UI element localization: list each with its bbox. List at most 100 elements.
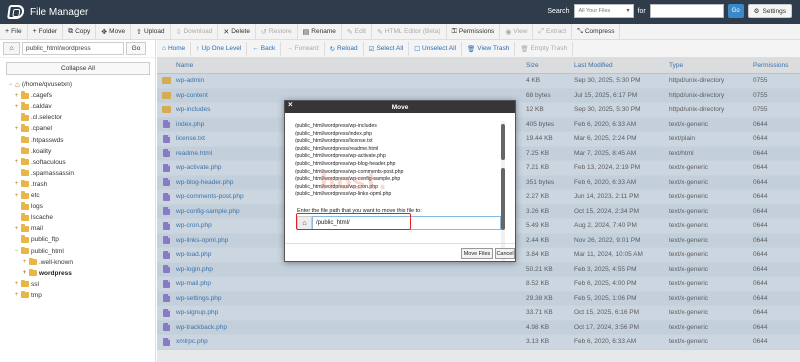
download-icon: ⇩ [175, 28, 182, 36]
expand-icon[interactable]: + [14, 292, 19, 298]
html-editor-button[interactable]: ✎ HTML Editor (Beta) [372, 23, 447, 40]
file-type: text/x-generic [669, 280, 709, 288]
copy-button[interactable]: ⧉ Copy [63, 23, 97, 40]
expand-icon[interactable]: + [14, 159, 19, 165]
permissions-column-header[interactable]: Permissions [753, 62, 793, 69]
reload-button[interactable]: ↻ Reload [325, 41, 364, 56]
home-icon[interactable]: ⌂ [3, 42, 20, 55]
tree-item[interactable]: + .trash [14, 179, 47, 190]
expand-icon[interactable]: + [22, 259, 27, 265]
cancel-button[interactable]: Cancel [495, 248, 515, 259]
table-row[interactable]: wp-settings.php 29.38 KB Feb 5, 2025, 1:06… [157, 291, 800, 306]
permissions-button[interactable]: ⚿ Permissions [447, 23, 501, 40]
tree-item[interactable]: − public_html [14, 246, 64, 257]
upload-button[interactable]: ⇧ Upload [131, 23, 171, 40]
compress-button[interactable]: ⤡ Compress [572, 23, 621, 40]
settings-button[interactable]: ⚙ Settings [747, 4, 792, 18]
delete-button[interactable]: ✕ Delete [218, 23, 257, 40]
home-button[interactable]: ⌂ Home [157, 41, 192, 56]
path-input[interactable]: public_html/wordpress [22, 42, 124, 55]
expand-icon[interactable]: + [14, 104, 19, 110]
tree-item[interactable]: + .cpanel [14, 123, 52, 134]
collapse-icon[interactable]: − [14, 248, 19, 254]
size-column-header[interactable]: Size [526, 62, 574, 69]
file-icon [163, 207, 170, 216]
expand-icon[interactable]: + [14, 93, 19, 99]
table-row[interactable]: wp-trackback.php 4.98 KB Oct 17, 2024, 3:5… [157, 320, 800, 335]
tree-item[interactable]: − ⌂ (/home/qvusetxn) [8, 79, 72, 90]
new-folder-button[interactable]: + Folder [28, 23, 64, 40]
tree-item[interactable]: + ssl [14, 279, 39, 290]
move-files-button[interactable]: Move Files [461, 248, 493, 259]
file-permissions: 0644 [753, 323, 768, 331]
home-icon: ⌂ [297, 216, 312, 230]
folder-icon [21, 91, 29, 99]
destination-path-input[interactable]: /public_html/ [312, 216, 501, 230]
type-column-header[interactable]: Type [669, 62, 753, 69]
back-button[interactable]: ← Back [247, 41, 282, 56]
path-go-button[interactable]: Go [126, 42, 146, 55]
expand-icon[interactable]: + [14, 126, 19, 132]
scrollbar-thumb[interactable] [501, 168, 505, 230]
file-type: httpd/unix-directory [669, 106, 725, 114]
expand-icon[interactable]: + [14, 181, 19, 187]
tree-item[interactable]: + wordpress [22, 268, 72, 279]
scrollbar-thumb[interactable] [501, 124, 505, 160]
tree-item[interactable]: + etc [14, 190, 40, 201]
tree-item[interactable]: + .cagefs [14, 90, 52, 101]
tree-item-label: etc [31, 192, 40, 199]
table-row[interactable]: wp-signup.php 33.71 KB Oct 15, 2025, 6:16 … [157, 306, 800, 321]
collapse-icon[interactable]: − [8, 82, 13, 88]
empty-trash-button[interactable]: 🗑 Empty Trash [515, 41, 574, 56]
file-permissions: 0644 [753, 120, 768, 128]
dialog-scrollbar[interactable] [501, 121, 505, 261]
expand-icon[interactable]: + [14, 193, 19, 199]
view-button[interactable]: ◉ View [500, 23, 534, 40]
extract-button[interactable]: ⤢ Extract [533, 23, 573, 40]
search-scope-select[interactable]: All Your Files [573, 4, 634, 18]
trash-icon: 🗑 [467, 45, 476, 53]
file-modified: Feb 13, 2024, 2:19 PM [574, 164, 641, 172]
tree-item[interactable]: .spamassassin [14, 168, 74, 179]
tree-item[interactable]: + mail [14, 223, 43, 234]
expand-icon[interactable]: + [22, 270, 27, 276]
modified-column-header[interactable]: Last Modified [574, 62, 669, 69]
name-column-header[interactable]: Name [176, 62, 526, 69]
tree-item[interactable]: + .softaculous [14, 157, 66, 168]
view-trash-button[interactable]: 🗑 View Trash [462, 41, 516, 56]
download-button[interactable]: ⇩ Download [171, 23, 219, 40]
restore-button[interactable]: ↺ Restore [256, 23, 298, 40]
tree-item[interactable]: + tmp [14, 290, 42, 301]
file-name: wp-trackback.php [176, 323, 227, 331]
search-go-button[interactable]: Go [727, 4, 744, 18]
move-button[interactable]: ✥ Move [96, 23, 132, 40]
table-row[interactable]: wp-login.php 50.21 KB Feb 3, 2025, 4:55 PM… [157, 262, 800, 277]
tree-item[interactable]: .cl.selector [14, 112, 62, 123]
up-one-level-button[interactable]: ↑ Up One Level [191, 41, 248, 56]
table-row[interactable]: wp-admin 4 KB Sep 30, 2025, 5:30 PM httpd/u… [157, 74, 800, 89]
tree-item[interactable]: .koality [14, 146, 51, 157]
expand-icon[interactable]: + [14, 281, 19, 287]
edit-button[interactable]: ✎ Edit [342, 23, 372, 40]
select-all-button[interactable]: ☑ Select All [364, 41, 410, 56]
close-icon[interactable]: × [288, 100, 293, 109]
unselect-all-button[interactable]: ☐ Unselect All [409, 41, 463, 56]
tree-item[interactable]: public_ftp [14, 234, 59, 245]
new-file-button[interactable]: + File [0, 23, 28, 40]
collapse-all-button[interactable]: Collapse All [6, 62, 150, 75]
expand-icon[interactable]: + [14, 226, 19, 232]
forward-button[interactable]: → Forward [281, 41, 325, 56]
rename-button[interactable]: ▤ Rename [298, 23, 342, 40]
tree-item[interactable]: .htpasswds [14, 135, 64, 146]
tree-item[interactable]: lscache [14, 212, 53, 223]
tree-item[interactable]: + .caldav [14, 101, 52, 112]
table-row[interactable]: xmlrpc.php 3.13 KB Feb 6, 2020, 6:33 AM tex… [157, 335, 800, 350]
search-input[interactable] [649, 4, 724, 18]
arrow-up-icon: ↑ [196, 45, 200, 52]
tree-item[interactable]: logs [14, 201, 43, 212]
tree-item[interactable]: + .well-known [22, 257, 73, 268]
file-type: httpd/unix-directory [669, 77, 725, 85]
file-permissions: 0644 [753, 207, 768, 215]
file-permissions: 0644 [753, 193, 768, 201]
table-row[interactable]: wp-mail.php 8.52 KB Feb 6, 2025, 4:00 PM te… [157, 277, 800, 292]
